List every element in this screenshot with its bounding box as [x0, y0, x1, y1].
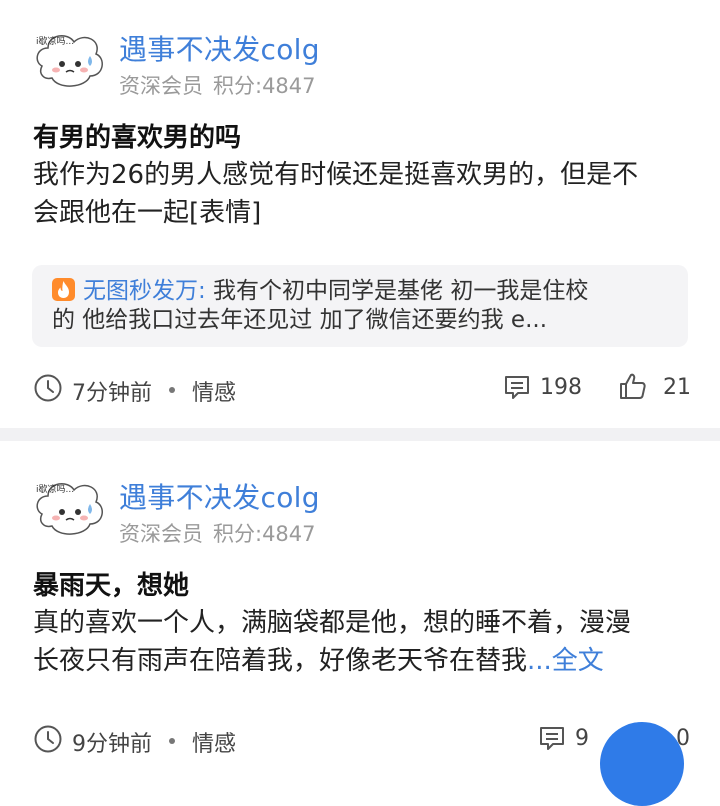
post-category[interactable]: 情感: [192, 726, 236, 758]
post-body-line: 我作为26的男人感觉有时候还是挺喜欢男的，但是不: [33, 160, 639, 190]
separator-dot: [169, 387, 175, 393]
author-meta: 资深会员 积分:4847: [119, 518, 316, 548]
commenter-name[interactable]: 无图秒发万:: [83, 278, 206, 304]
comment-icon[interactable]: [503, 373, 531, 401]
fire-icon: [52, 278, 75, 301]
post-footer: 7分钟前 情感 198 21: [0, 367, 720, 407]
post-card[interactable]: i歇凉吗... 遇事不决发colg 资深会员 积分:4847 暴雨天，想她 真的喜…: [0, 441, 720, 763]
author-name[interactable]: 遇事不决发colg: [119, 28, 320, 68]
points: 积分:4847: [213, 522, 316, 546]
avatar[interactable]: i歇凉吗...: [32, 470, 108, 542]
post-category[interactable]: 情感: [192, 375, 236, 407]
post-body-line: 真的喜欢一个人，满脑袋都是他，想的睡不着，漫漫: [33, 608, 632, 638]
comment-icon[interactable]: [538, 724, 566, 752]
post-title[interactable]: 暴雨天，想她: [33, 565, 189, 602]
like-count[interactable]: 21: [663, 375, 691, 400]
post-divider: [0, 428, 720, 441]
clock-icon: [34, 725, 62, 753]
avatar[interactable]: i歇凉吗...: [32, 22, 108, 94]
comment-text: 我有个初中同学是基佬 初一我是住校: [205, 278, 589, 304]
post-time: 7分钟前: [72, 381, 152, 406]
post-title[interactable]: 有男的喜欢男的吗: [33, 117, 241, 154]
post-body-line: 会跟他在一起[表情]: [33, 198, 262, 228]
avatar-caption: i歇凉吗...: [36, 35, 74, 47]
member-badge: 资深会员: [119, 74, 203, 98]
comment-count[interactable]: 198: [540, 375, 582, 400]
post-time: 9分钟前: [72, 732, 152, 757]
avatar-caption: i歇凉吗...: [36, 483, 74, 495]
points: 积分:4847: [213, 74, 316, 98]
separator-dot: [169, 738, 175, 744]
author-meta: 资深会员 积分:4847: [119, 70, 316, 100]
floating-action-button[interactable]: [600, 722, 684, 806]
top-comment[interactable]: 无图秒发万: 我有个初中同学是基佬 初一我是住校 的 他给我口过去年还见过 加了…: [32, 265, 688, 347]
post-body-line: 长夜只有雨声在陪着我，好像老天爷在替我: [33, 646, 528, 676]
comment-text: 的 他给我口过去年还见过 加了微信还要约我 e...: [52, 307, 548, 333]
post-body[interactable]: 我作为26的男人感觉有时候还是挺喜欢男的，但是不 会跟他在一起[表情]: [33, 156, 693, 232]
post-body[interactable]: 真的喜欢一个人，满脑袋都是他，想的睡不着，漫漫 长夜只有雨声在陪着我，好像老天爷…: [33, 604, 693, 680]
read-more-link[interactable]: ...全文: [527, 646, 604, 676]
member-badge: 资深会员: [119, 522, 203, 546]
comment-count[interactable]: 9: [575, 726, 589, 751]
post-card[interactable]: i歇凉吗... 遇事不决发colg 资深会员 积分:4847 有男的喜欢男的吗 我…: [0, 0, 720, 428]
clock-icon: [34, 374, 62, 402]
thumbs-up-icon[interactable]: [618, 371, 648, 401]
author-name[interactable]: 遇事不决发colg: [119, 476, 320, 516]
